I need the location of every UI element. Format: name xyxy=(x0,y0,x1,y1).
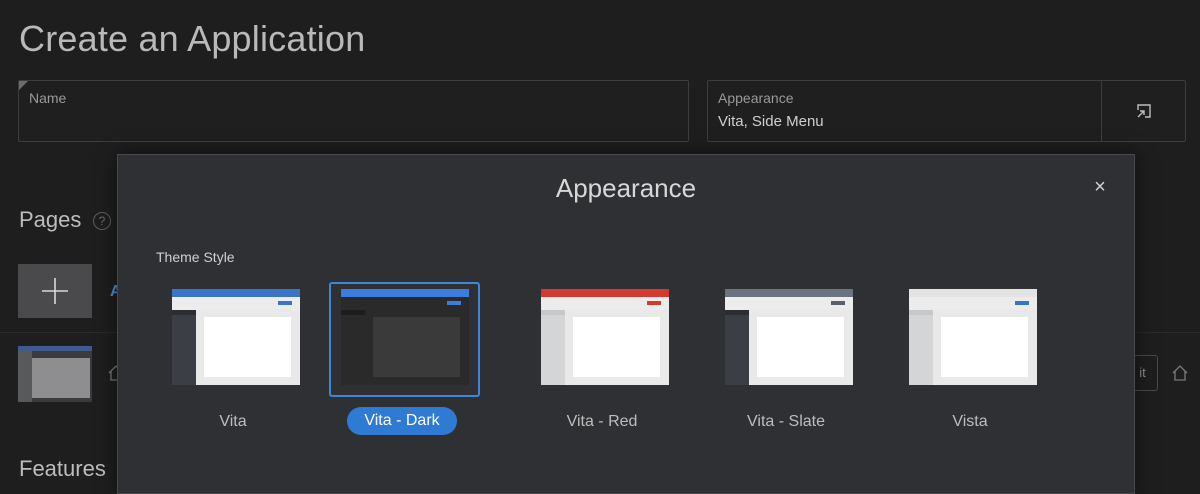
page-thumbnail[interactable] xyxy=(18,346,92,402)
preview-content xyxy=(373,317,460,377)
preview-content xyxy=(573,317,660,377)
appearance-field[interactable]: Appearance Vita, Side Menu xyxy=(707,80,1186,142)
theme-preview xyxy=(909,289,1037,385)
add-page-button[interactable] xyxy=(18,264,92,318)
theme-option-vita[interactable]: Vita xyxy=(154,283,312,443)
preview-button xyxy=(831,301,845,305)
theme-option-vita-dark[interactable]: Vita - Dark xyxy=(323,282,481,443)
name-field[interactable]: Name xyxy=(18,80,689,142)
required-marker xyxy=(19,81,28,90)
preview-content xyxy=(757,317,844,377)
preview-content xyxy=(941,317,1028,377)
preview-content xyxy=(204,317,291,377)
page-title: Create an Application xyxy=(19,18,366,59)
preview-sidebar xyxy=(341,310,365,385)
open-dialog-button[interactable] xyxy=(1101,81,1185,141)
preview-sidebar xyxy=(172,310,196,385)
appearance-label: Appearance xyxy=(718,90,794,106)
preview-sidebar-header xyxy=(725,310,749,315)
pages-title: Pages xyxy=(19,207,82,232)
theme-preview xyxy=(725,289,853,385)
thumb-content xyxy=(32,358,90,398)
preview-button xyxy=(647,301,661,305)
appearance-value: Vita, Side Menu xyxy=(718,113,824,130)
theme-option-vista[interactable]: Vista xyxy=(891,283,1049,443)
preview-button xyxy=(1015,301,1029,305)
theme-preview xyxy=(172,289,300,385)
theme-name: Vita xyxy=(219,413,247,430)
preview-sidebar xyxy=(909,310,933,385)
help-icon[interactable]: ? xyxy=(93,212,111,230)
preview-header xyxy=(725,289,853,297)
preview-sidebar-header xyxy=(341,310,365,315)
theme-name: Vita - Dark xyxy=(347,407,457,435)
preview-header xyxy=(341,289,469,297)
preview-header xyxy=(172,289,300,297)
name-label: Name xyxy=(29,90,67,106)
theme-option-vita-slate[interactable]: Vita - Slate xyxy=(707,283,865,443)
plus-icon xyxy=(42,278,68,304)
theme-preview xyxy=(541,289,669,385)
preview-sidebar-header xyxy=(909,310,933,315)
theme-name: Vita - Slate xyxy=(747,413,825,430)
preview-sidebar xyxy=(541,310,565,385)
theme-name: Vista xyxy=(952,413,988,430)
popup-icon xyxy=(1136,104,1151,118)
preview-sidebar-header xyxy=(541,310,565,315)
thumb-sidebar xyxy=(18,351,32,402)
preview-button xyxy=(278,301,292,305)
theme-style-label: Theme Style xyxy=(156,249,235,265)
preview-sidebar-header xyxy=(172,310,196,315)
preview-header xyxy=(541,289,669,297)
theme-name: Vita - Red xyxy=(566,413,638,430)
features-title: Features xyxy=(19,456,106,481)
dialog-title: Appearance xyxy=(555,173,697,203)
theme-option-vita-red[interactable]: Vita - Red xyxy=(523,283,681,443)
home-icon[interactable] xyxy=(1171,364,1189,382)
preview-header xyxy=(909,289,1037,297)
preview-button xyxy=(447,301,461,305)
theme-preview xyxy=(341,289,469,385)
appearance-dialog: Appearance × Theme Style Vita Vita - Dar… xyxy=(117,154,1135,494)
preview-sidebar xyxy=(725,310,749,385)
close-icon[interactable]: × xyxy=(1090,177,1110,197)
